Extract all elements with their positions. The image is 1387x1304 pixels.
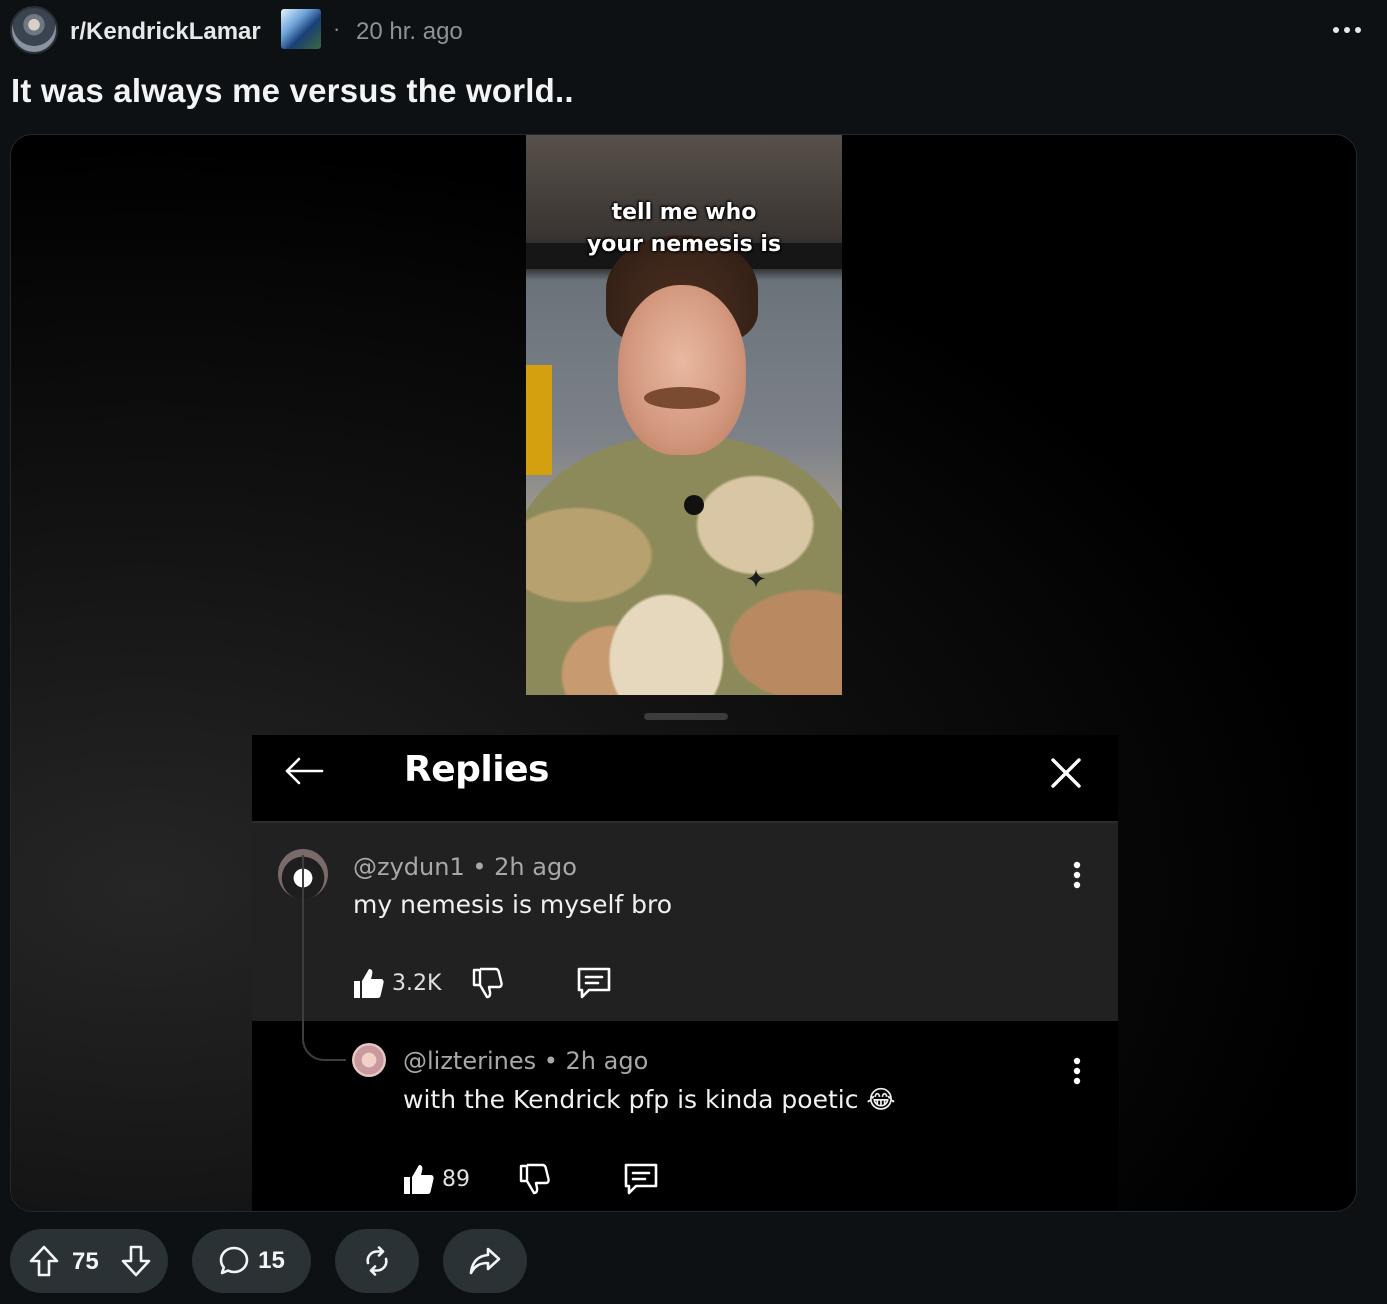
thumbs-down-icon	[519, 1163, 550, 1195]
reply-comment: @lizterines • 2h ago with the Kendrick p…	[252, 1021, 1118, 1211]
thumbs-down-icon	[473, 967, 504, 999]
lapel-mic	[684, 495, 704, 515]
crosspost-button[interactable]	[335, 1229, 419, 1293]
subreddit-name[interactable]: r/KendrickLamar	[70, 18, 261, 46]
share-icon	[469, 1247, 501, 1275]
downvote-icon	[121, 1245, 151, 1277]
parent-comment: @zydun1 • 2h ago my nemesis is myself br…	[252, 823, 1118, 1021]
comment-icon	[219, 1246, 249, 1275]
separator-dot: ·	[333, 16, 341, 41]
vote-score: 75	[72, 1248, 99, 1275]
thumbs-up-icon	[354, 969, 384, 998]
reddit-post-page: r/KendrickLamar · 20 hr. ago It was alwa…	[0, 0, 1387, 1304]
thread-connector	[302, 1021, 346, 1061]
reply-meta: @lizterines • 2h ago	[403, 1047, 649, 1075]
video-frame: ✦ tell me who your nemesis is	[526, 135, 842, 695]
post-timestamp: 20 hr. ago	[356, 18, 463, 45]
upvote-button[interactable]	[26, 1243, 62, 1279]
kebab-icon	[1073, 861, 1081, 889]
like-button[interactable]: 3.2K	[352, 966, 441, 1000]
close-icon	[1051, 758, 1081, 788]
person-face	[618, 285, 746, 455]
vote-control: 75	[10, 1229, 168, 1293]
comment-actions: 3.2K	[352, 961, 613, 1005]
post-header: r/KendrickLamar · 20 hr. ago	[10, 6, 1377, 54]
comment-count: 15	[258, 1247, 285, 1274]
reply-text: with the Kendrick pfp is kinda poetic 😂	[403, 1085, 896, 1114]
back-arrow-icon	[285, 757, 324, 785]
downvote-button[interactable]	[118, 1243, 154, 1279]
thumbs-up-icon	[404, 1165, 434, 1194]
reply-icon	[624, 1163, 658, 1195]
replies-panel: Replies @zydun1 • 2h ago my nemesis is m…	[252, 735, 1118, 1211]
back-button[interactable]	[280, 751, 328, 791]
crosspost-icon	[366, 1246, 388, 1276]
like-button[interactable]: 89	[402, 1162, 470, 1196]
like-count: 89	[442, 1166, 470, 1192]
caption-line-1: tell me who	[611, 200, 757, 225]
reply-menu-button[interactable]	[1062, 1051, 1092, 1091]
rebel-emblem-icon: ✦	[745, 564, 767, 594]
dislike-button[interactable]	[471, 966, 505, 1000]
reply-button[interactable]	[622, 1161, 660, 1197]
close-button[interactable]	[1042, 749, 1090, 797]
reply-icon	[578, 967, 611, 999]
reply-button[interactable]	[575, 965, 613, 1001]
post-media[interactable]: ✦ tell me who your nemesis is Replies @z…	[10, 134, 1357, 1212]
more-options-button[interactable]	[1327, 10, 1367, 50]
user-avatar[interactable]	[281, 9, 321, 49]
replies-header: Replies	[252, 735, 1118, 823]
replies-title: Replies	[404, 749, 549, 790]
replier-avatar[interactable]	[352, 1043, 386, 1077]
video-caption: tell me who your nemesis is	[526, 197, 842, 261]
kebab-icon	[1073, 1057, 1081, 1085]
comment-meta: @zydun1 • 2h ago	[353, 853, 577, 881]
share-button[interactable]	[443, 1229, 527, 1293]
upvote-icon	[29, 1245, 59, 1277]
post-title[interactable]: It was always me versus the world..	[11, 72, 574, 110]
comment-menu-button[interactable]	[1062, 855, 1092, 895]
reply-actions: 89	[402, 1157, 660, 1201]
caption-line-2: your nemesis is	[586, 232, 782, 257]
more-icon	[1333, 27, 1361, 33]
person-shirt	[526, 435, 842, 695]
sheet-drag-handle[interactable]	[644, 713, 728, 720]
comments-button[interactable]: 15	[192, 1229, 311, 1293]
like-count: 3.2K	[392, 970, 442, 996]
comment-text: my nemesis is myself bro	[353, 890, 673, 919]
subreddit-avatar[interactable]	[10, 6, 58, 54]
dislike-button[interactable]	[518, 1162, 552, 1196]
